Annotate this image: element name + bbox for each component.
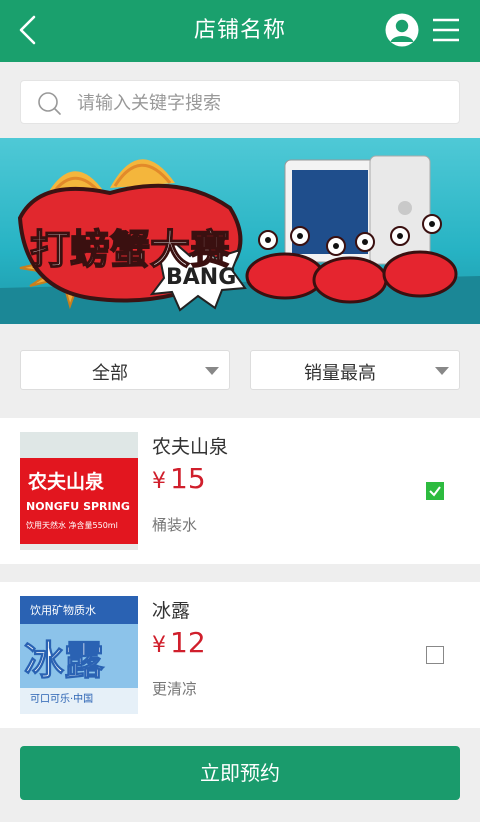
product-name: 农夫山泉 bbox=[152, 436, 229, 458]
caret-down-icon bbox=[205, 367, 219, 375]
category-dropdown[interactable]: 全部 bbox=[20, 350, 230, 390]
sort-dropdown-label: 销量最高 bbox=[304, 363, 376, 384]
banner-illustration: 打螃蟹大赛 BANG bbox=[0, 155, 480, 324]
product-image-binglu: 饮用矿物质水 冰露 可口可乐·中国 bbox=[20, 596, 138, 714]
product-checkbox-unchecked[interactable] bbox=[426, 646, 444, 664]
svg-text:饮用天然水 净含量550ml: 饮用天然水 净含量550ml bbox=[26, 520, 118, 530]
user-avatar-icon[interactable] bbox=[384, 12, 420, 48]
search-input[interactable] bbox=[75, 87, 449, 119]
product-item[interactable]: 农夫山泉 NONGFU SPRING 饮用天然水 净含量550ml 农夫山泉 ¥… bbox=[0, 418, 480, 564]
product-image-nongfu: 农夫山泉 NONGFU SPRING 饮用天然水 净含量550ml bbox=[20, 432, 138, 550]
product-checkbox-checked[interactable] bbox=[426, 482, 444, 500]
svg-text:农夫山泉: 农夫山泉 bbox=[27, 470, 105, 493]
search-box[interactable] bbox=[20, 80, 460, 124]
svg-text:NONGFU SPRING: NONGFU SPRING bbox=[26, 500, 130, 513]
checkmark-icon bbox=[429, 486, 441, 497]
product-name: 冰露 bbox=[152, 600, 191, 622]
sort-dropdown[interactable]: 销量最高 bbox=[250, 350, 460, 390]
filter-bar: 全部 销量最高 bbox=[0, 340, 480, 404]
product-price: ¥15 bbox=[152, 462, 206, 495]
search-icon bbox=[38, 92, 61, 115]
svg-text:冰露: 冰露 bbox=[24, 638, 105, 684]
product-tag: 桶装水 bbox=[152, 516, 198, 534]
svg-text:可口可乐·中国: 可口可乐·中国 bbox=[30, 692, 93, 705]
banner-bang-text: BANG bbox=[166, 265, 236, 290]
book-now-button[interactable]: 立即预约 bbox=[20, 746, 460, 800]
hamburger-menu-icon[interactable] bbox=[432, 16, 460, 44]
search-section bbox=[0, 62, 480, 138]
caret-down-icon bbox=[435, 367, 449, 375]
promo-banner[interactable]: 打螃蟹大赛 BANG bbox=[0, 138, 480, 324]
category-dropdown-label: 全部 bbox=[92, 363, 128, 384]
product-price: ¥12 bbox=[152, 626, 206, 659]
svg-text:饮用矿物质水: 饮用矿物质水 bbox=[30, 603, 96, 617]
product-item[interactable]: 饮用矿物质水 冰露 可口可乐·中国 冰露 ¥12 更清凉 bbox=[0, 582, 480, 728]
top-nav-bar: 店铺名称 bbox=[0, 0, 480, 62]
product-tag: 更清凉 bbox=[152, 680, 198, 698]
